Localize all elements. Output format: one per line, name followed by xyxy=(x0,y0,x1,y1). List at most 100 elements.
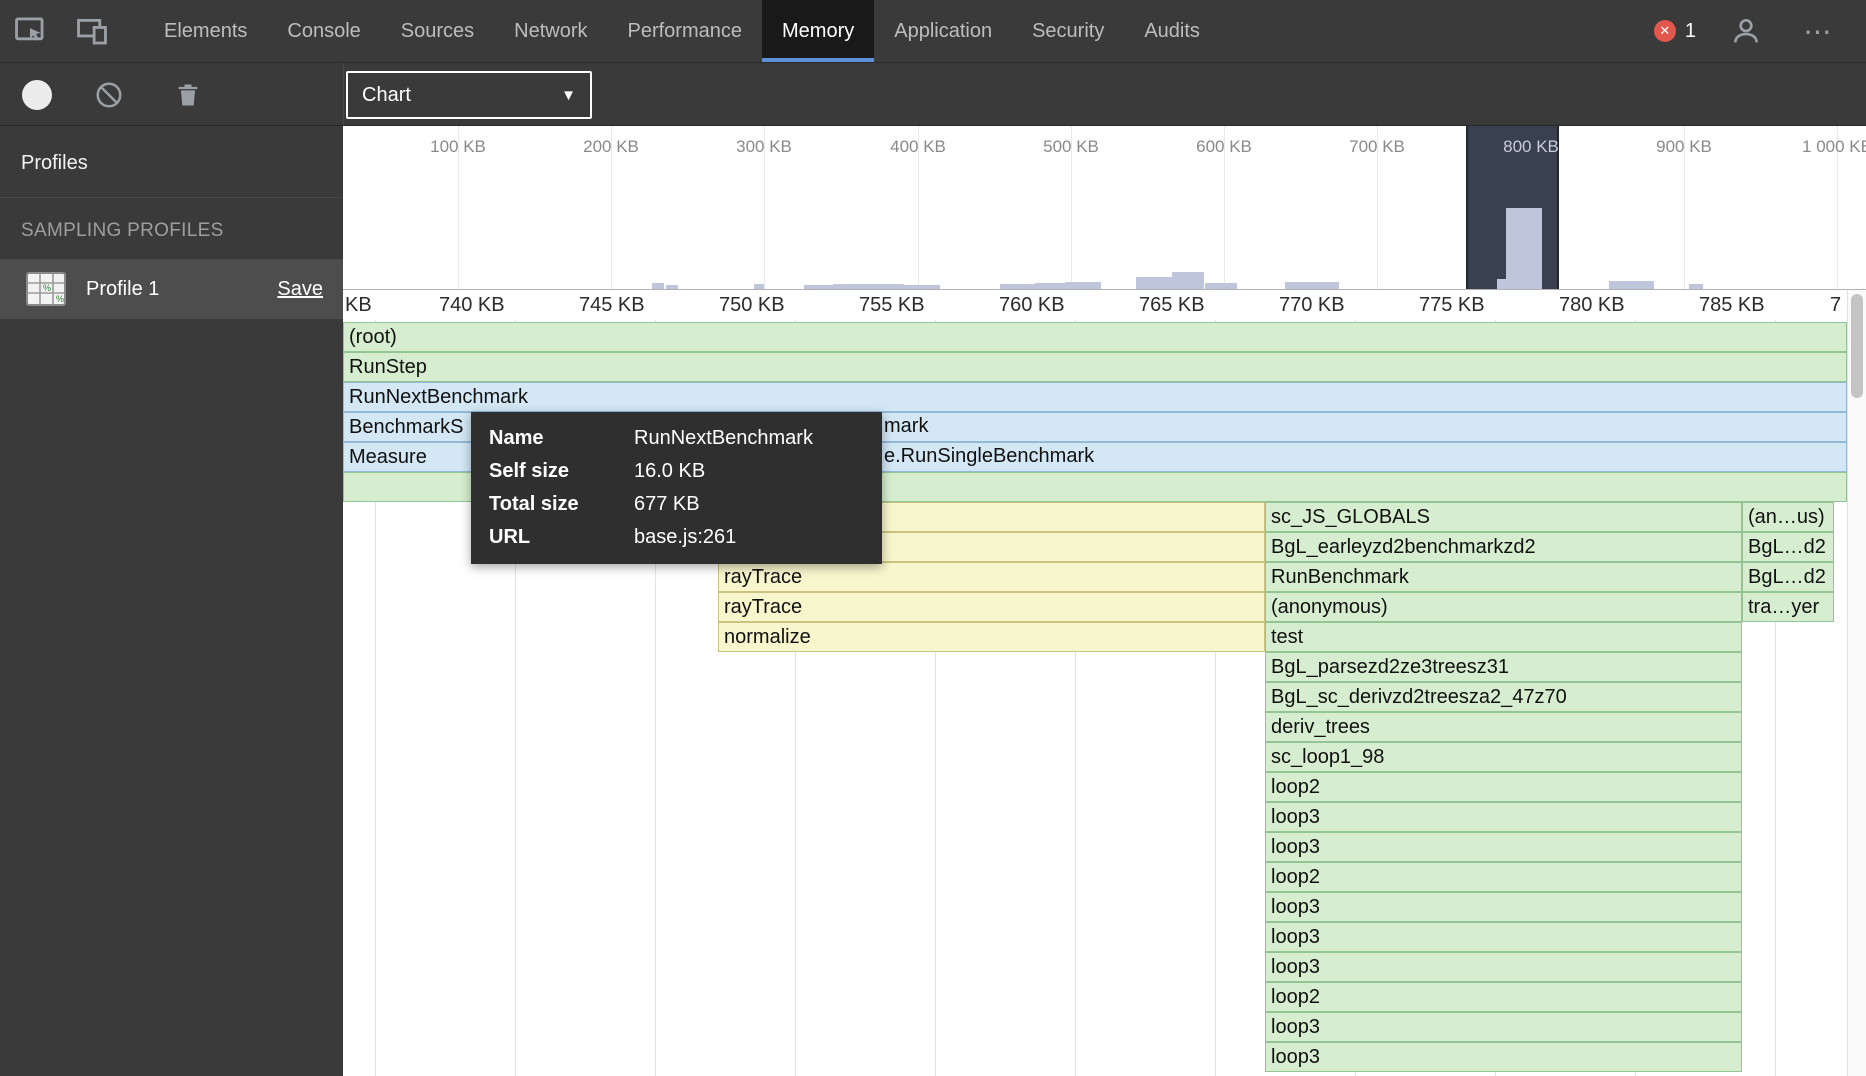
flame-cell[interactable]: deriv_trees xyxy=(1265,712,1742,742)
overview-axis-label: 300 KB xyxy=(736,137,792,157)
error-count: 1 xyxy=(1685,20,1696,43)
tab-performance[interactable]: Performance xyxy=(608,0,763,62)
flame-cell[interactable]: loop3 xyxy=(1265,1012,1742,1042)
flame-cell[interactable]: loop3 xyxy=(1265,832,1742,862)
flame-cell[interactable]: BgL_earleyzd2benchmarkzd2 xyxy=(1265,532,1742,562)
delete-profile-button[interactable] xyxy=(166,73,210,117)
flame-cell[interactable]: RunNextBenchmark xyxy=(343,382,1847,412)
inspect-element-button[interactable] xyxy=(8,9,52,53)
flame-cell[interactable]: (anonymous) xyxy=(1265,592,1742,622)
sampling-profiles-heading: SAMPLING PROFILES xyxy=(0,198,343,242)
ruler-label: KB xyxy=(345,290,372,320)
flame-cell[interactable]: BgL_parsezd2ze3treesz31 xyxy=(1265,652,1742,682)
error-count-badge[interactable]: ✕ 1 xyxy=(1654,20,1696,43)
device-toolbar-icon xyxy=(75,14,109,48)
memory-histogram-bar xyxy=(1205,283,1237,289)
memory-histogram-bar xyxy=(1285,282,1339,289)
error-icon: ✕ xyxy=(1654,20,1676,42)
scrollbar-thumb[interactable] xyxy=(1851,294,1863,398)
flame-cell[interactable]: sc_JS_GLOBALS xyxy=(1265,502,1742,532)
flame-cell[interactable]: RunStep xyxy=(343,352,1847,382)
tab-sources[interactable]: Sources xyxy=(381,0,494,62)
flame-cell[interactable]: rayTrace xyxy=(718,562,1265,592)
profiles-heading: Profiles xyxy=(0,126,343,198)
flame-cell[interactable]: loop3 xyxy=(1265,952,1742,982)
flame-cell[interactable]: loop2 xyxy=(1265,772,1742,802)
timeline-ruler: KB740 KB745 KB750 KB755 KB760 KB765 KB77… xyxy=(343,290,1847,320)
memory-histogram-bar xyxy=(1035,283,1065,289)
tooltip-value: RunNextBenchmark xyxy=(634,422,864,455)
overview-axis-label: 100 KB xyxy=(430,137,486,157)
tab-console[interactable]: Console xyxy=(267,0,380,62)
flame-tooltip: NameRunNextBenchmarkSelf size16.0 KBTota… xyxy=(471,412,882,564)
ruler-label: 765 KB xyxy=(1139,290,1205,320)
ruler-label: 750 KB xyxy=(719,290,785,320)
tooltip-row: Self size16.0 KB xyxy=(471,455,882,488)
tab-elements[interactable]: Elements xyxy=(144,0,267,62)
flame-cell[interactable]: BgL…d2 xyxy=(1742,562,1834,592)
tooltip-value: base.js:261 xyxy=(634,521,864,554)
overview-axis-label: 700 KB xyxy=(1349,137,1405,157)
tooltip-value: 16.0 KB xyxy=(634,455,864,488)
devtools-topbar: ElementsConsoleSourcesNetworkPerformance… xyxy=(0,0,1866,63)
ruler-label: 745 KB xyxy=(579,290,645,320)
flame-cell[interactable]: loop2 xyxy=(1265,862,1742,892)
view-mode-value: Chart xyxy=(362,84,411,107)
profile-name: Profile 1 xyxy=(86,278,277,301)
flame-cell[interactable]: rayTrace xyxy=(718,592,1265,622)
flame-cell[interactable]: loop3 xyxy=(1265,802,1742,832)
overview-axis-label: 500 KB xyxy=(1043,137,1099,157)
memory-histogram-bar xyxy=(666,285,678,289)
heap-chart-area: 100 KB200 KB300 KB400 KB500 KB600 KB700 … xyxy=(343,126,1866,1076)
memory-histogram-bar xyxy=(1609,281,1654,289)
user-button[interactable] xyxy=(1724,9,1768,53)
inspect-cursor-icon xyxy=(13,14,47,48)
memory-histogram-bar xyxy=(652,283,664,289)
ruler-label: 7 xyxy=(1830,290,1841,320)
flame-cell[interactable]: sc_loop1_98 xyxy=(1265,742,1742,772)
ruler-label: 780 KB xyxy=(1559,290,1625,320)
flame-cell[interactable]: RunBenchmark xyxy=(1265,562,1742,592)
flame-cell[interactable]: loop3 xyxy=(1265,892,1742,922)
profile-list-item[interactable]: % % Profile 1 Save xyxy=(0,259,343,319)
flame-cell[interactable]: (an…us) xyxy=(1742,502,1834,532)
flame-cell[interactable]: BgL_sc_derivzd2treesza2_47z70 xyxy=(1265,682,1742,712)
flame-cell[interactable]: (root) xyxy=(343,322,1847,352)
memory-histogram-bar xyxy=(1065,282,1101,289)
flame-cell[interactable]: test xyxy=(1265,622,1742,652)
memory-overview-timeline[interactable]: 100 KB200 KB300 KB400 KB500 KB600 KB700 … xyxy=(343,126,1866,290)
record-heap-profile-button[interactable] xyxy=(22,80,52,110)
tooltip-value: 677 KB xyxy=(634,488,864,521)
flame-cell[interactable]: loop3 xyxy=(1265,1042,1742,1072)
vertical-scrollbar[interactable] xyxy=(1847,290,1866,1076)
flame-cell[interactable]: loop3 xyxy=(1265,922,1742,952)
memory-histogram-bar xyxy=(754,284,764,289)
ruler-label: 775 KB xyxy=(1419,290,1485,320)
tab-network[interactable]: Network xyxy=(494,0,607,62)
tab-security[interactable]: Security xyxy=(1012,0,1124,62)
profile-controls xyxy=(22,63,210,126)
svg-text:%: % xyxy=(43,283,51,293)
svg-text:%: % xyxy=(56,294,64,304)
tab-audits[interactable]: Audits xyxy=(1124,0,1220,62)
memory-histogram-bar xyxy=(1172,272,1204,289)
save-profile-link[interactable]: Save xyxy=(277,278,323,301)
view-mode-select[interactable]: Chart ▼ xyxy=(346,71,592,119)
toggle-device-toolbar-button[interactable] xyxy=(70,9,114,53)
overview-axis-label: 400 KB xyxy=(890,137,946,157)
devtools-window: ElementsConsoleSourcesNetworkPerformance… xyxy=(0,0,1866,1076)
flame-cell[interactable]: tra…yer xyxy=(1742,592,1834,622)
flame-cell[interactable]: loop2 xyxy=(1265,982,1742,1012)
clear-profiles-button[interactable] xyxy=(87,73,131,117)
topbar-right-controls: ✕ 1 ⋯ xyxy=(1654,9,1866,53)
ruler-label: 760 KB xyxy=(999,290,1065,320)
overview-axis-label: 900 KB xyxy=(1656,137,1712,157)
tooltip-row: URLbase.js:261 xyxy=(471,521,882,554)
tooltip-label: Name xyxy=(489,422,634,455)
trash-icon xyxy=(174,81,202,109)
tab-memory[interactable]: Memory xyxy=(762,0,874,62)
overflow-menu-icon[interactable]: ⋯ xyxy=(1796,9,1840,53)
flame-cell[interactable]: normalize xyxy=(718,622,1265,652)
tab-application[interactable]: Application xyxy=(874,0,1012,62)
flame-cell[interactable]: BgL…d2 xyxy=(1742,532,1834,562)
